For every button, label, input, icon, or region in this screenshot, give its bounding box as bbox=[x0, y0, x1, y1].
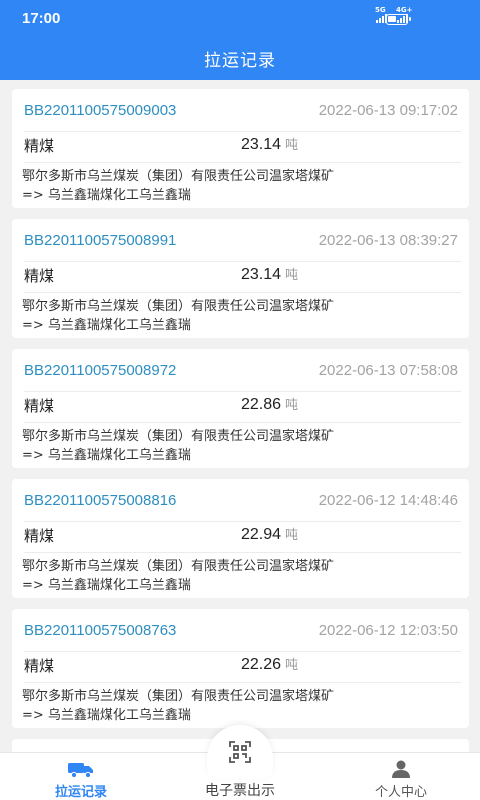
page-title: 拉运记录 bbox=[204, 51, 276, 71]
status-time: 17:00 bbox=[22, 10, 61, 27]
record-weight: 23.14 吨 bbox=[241, 136, 299, 153]
weight-unit: 吨 bbox=[285, 527, 299, 542]
divider bbox=[24, 521, 461, 522]
battery-icon bbox=[386, 14, 411, 25]
record-route: 鄂尔多斯市乌兰煤炭（集团）有限责任公司温家塔煤矿 => 乌兰鑫瑞煤化工乌兰鑫瑞 bbox=[22, 169, 335, 203]
divider bbox=[24, 261, 461, 262]
record-card[interactable]: BB2201100575008972 2022-06-13 07:58:08 精… bbox=[12, 349, 469, 468]
coal-type: 精煤 bbox=[24, 137, 55, 155]
divider bbox=[24, 552, 461, 553]
record-route: 鄂尔多斯市乌兰煤炭（集团）有限责任公司温家塔煤矿 => 乌兰鑫瑞煤化工乌兰鑫瑞 bbox=[22, 429, 335, 463]
tab-label: 个人中心 bbox=[374, 785, 427, 800]
tab-label: 电子票出示 bbox=[205, 783, 275, 799]
divider bbox=[24, 682, 461, 683]
record-number: BB2201100575008816 bbox=[24, 492, 177, 509]
record-time: 2022-06-12 14:48:46 bbox=[318, 492, 458, 509]
weight-unit: 吨 bbox=[285, 267, 299, 282]
record-number: BB2201100575008991 bbox=[24, 232, 177, 249]
person-icon bbox=[392, 760, 410, 778]
weight-unit: 吨 bbox=[285, 137, 299, 152]
tab-shipping-records[interactable]: 拉运记录 bbox=[21, 753, 141, 800]
record-route: 鄂尔多斯市乌兰煤炭（集团）有限责任公司温家塔煤矿 => 乌兰鑫瑞煤化工乌兰鑫瑞 bbox=[22, 559, 335, 593]
truck-icon bbox=[68, 763, 93, 779]
record-time: 2022-06-13 07:58:08 bbox=[318, 362, 458, 379]
tab-label: 拉运记录 bbox=[54, 785, 107, 800]
record-time: 2022-06-13 08:39:27 bbox=[318, 232, 458, 249]
record-card[interactable]: BB2201100575008816 2022-06-12 14:48:46 精… bbox=[12, 479, 469, 598]
record-time: 2022-06-12 12:03:50 bbox=[318, 622, 458, 639]
coal-type: 精煤 bbox=[24, 527, 55, 545]
record-weight: 22.94 吨 bbox=[241, 526, 299, 543]
coal-type: 精煤 bbox=[24, 397, 55, 415]
status-bar: 17:00 5G 4G+ bbox=[0, 0, 480, 38]
record-route: 鄂尔多斯市乌兰煤炭（集团）有限责任公司温家塔煤矿 => 乌兰鑫瑞煤化工乌兰鑫瑞 bbox=[22, 689, 335, 723]
coal-type: 精煤 bbox=[24, 267, 55, 285]
weight-unit: 吨 bbox=[285, 657, 299, 672]
record-card[interactable]: BB2201100575009003 2022-06-13 09:17:02 精… bbox=[12, 89, 469, 208]
record-number: BB2201100575008972 bbox=[24, 362, 177, 379]
divider bbox=[24, 162, 461, 163]
record-weight: 22.86 吨 bbox=[241, 396, 299, 413]
app-header: 17:00 5G 4G+ 拉运记录 bbox=[0, 0, 480, 80]
record-time: 2022-06-13 09:17:02 bbox=[318, 102, 458, 119]
divider bbox=[24, 651, 461, 652]
record-number: BB2201100575009003 bbox=[24, 102, 177, 119]
coal-type: 精煤 bbox=[24, 657, 55, 675]
record-card[interactable]: BB2201100575008991 2022-06-13 08:39:27 精… bbox=[12, 219, 469, 338]
divider bbox=[24, 131, 461, 132]
qr-scan-icon bbox=[229, 741, 251, 763]
record-card[interactable]: BB2201100575008763 2022-06-12 12:03:50 精… bbox=[12, 609, 469, 728]
divider bbox=[24, 422, 461, 423]
record-list[interactable]: BB2201100575009003 2022-06-13 09:17:02 精… bbox=[12, 89, 469, 779]
record-route: 鄂尔多斯市乌兰煤炭（集团）有限责任公司温家塔煤矿 => 乌兰鑫瑞煤化工乌兰鑫瑞 bbox=[22, 299, 335, 333]
record-weight: 22.26 吨 bbox=[241, 656, 299, 673]
record-weight: 23.14 吨 bbox=[241, 266, 299, 283]
divider bbox=[24, 292, 461, 293]
weight-unit: 吨 bbox=[285, 397, 299, 412]
tab-profile[interactable]: 个人中心 bbox=[341, 753, 461, 800]
divider bbox=[24, 391, 461, 392]
record-number: BB2201100575008763 bbox=[24, 622, 177, 639]
